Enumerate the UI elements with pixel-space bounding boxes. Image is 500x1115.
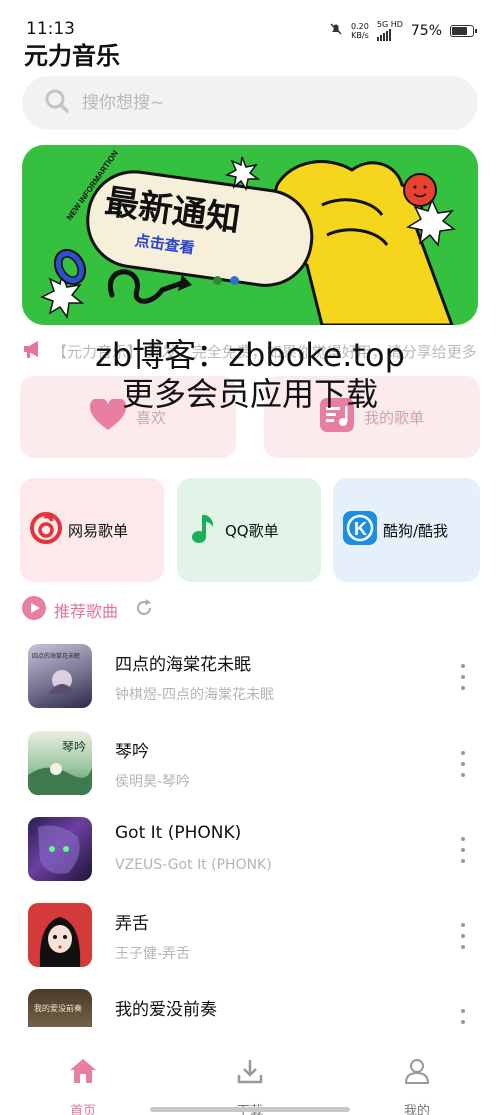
search-input[interactable]	[82, 93, 422, 113]
song-subtitle: 王子健-弄舌	[115, 946, 191, 962]
song-title: 琴吟	[115, 742, 149, 762]
svg-text:K: K	[354, 519, 367, 539]
refresh-icon[interactable]	[134, 598, 154, 622]
signal-icon	[376, 29, 403, 41]
more-options-icon[interactable]	[460, 923, 466, 949]
netease-playlist-card[interactable]: 网易歌单	[20, 478, 164, 582]
banner[interactable]: 最新通知 点击查看 NEW INFORMARTION	[22, 145, 478, 325]
banner-artwork: 最新通知 点击查看 NEW INFORMARTION	[40, 149, 456, 325]
net-speed-unit: KB/s	[351, 30, 369, 40]
battery-percent: 75%	[410, 22, 442, 39]
net-speed-value: 0.20	[351, 21, 369, 31]
song-cover-text: 我的爱没前奏	[34, 1003, 82, 1013]
battery-icon	[450, 24, 477, 37]
song-subtitle: VZEUS-Got It (PHONK)	[115, 857, 272, 873]
banner-dot-active[interactable]	[230, 276, 239, 285]
recommend-label: 推荐歌曲	[54, 602, 119, 621]
status-bar: 11:13 0.20 KB/s 5G HD 75%	[0, 0, 500, 41]
status-icons: 0.20 KB/s 5G HD 75%	[329, 20, 477, 41]
net-type-label: 5G HD	[376, 20, 403, 29]
song-cover	[28, 817, 92, 881]
song-title: 弄舌	[115, 914, 149, 934]
song-cover: 我的爱没前奏	[28, 989, 92, 1027]
song-cover: 四点的海棠花未眠	[28, 644, 92, 708]
tab-mine[interactable]: 我的	[377, 1058, 457, 1115]
song-item[interactable]: 四点的海棠花未眠 四点的海棠花未眠 钟棋煜-四点的海棠花未眠	[0, 644, 500, 724]
kugou-label: 酷狗/酷我	[383, 521, 449, 540]
song-subtitle: 钟棋煜-四点的海棠花未眠	[115, 687, 275, 703]
home-icon	[69, 1059, 97, 1088]
search-bar[interactable]	[22, 76, 478, 130]
song-cover	[28, 903, 92, 967]
song-title: Got It (PHONK)	[115, 823, 242, 843]
net-speed: 0.20 KB/s	[351, 22, 369, 40]
kugou-icon: K	[343, 511, 377, 549]
qq-music-icon	[187, 511, 219, 549]
song-cover: 琴吟	[28, 731, 92, 795]
banner-dot[interactable]	[213, 276, 222, 285]
banner-pagination	[213, 276, 239, 285]
bottom-nav: 首页 下载 我的	[0, 1028, 500, 1115]
more-options-icon[interactable]	[460, 837, 466, 863]
play-circle-icon	[22, 596, 46, 624]
more-options-icon[interactable]	[460, 751, 466, 777]
more-options-icon[interactable]	[460, 664, 466, 690]
more-options-icon[interactable]	[460, 1009, 466, 1027]
song-item[interactable]: 琴吟 琴吟 侯明昊-琴吟	[0, 731, 500, 811]
user-icon	[403, 1059, 431, 1088]
kugou-kuwo-card[interactable]: K 酷狗/酷我	[333, 478, 480, 582]
song-item[interactable]: 弄舌 王子健-弄舌	[0, 903, 500, 983]
song-item[interactable]: Got It (PHONK) VZEUS-Got It (PHONK)	[0, 817, 500, 897]
song-title: 四点的海棠花未眠	[115, 655, 251, 675]
song-cover-text: 四点的海棠花未眠	[32, 652, 80, 660]
song-subtitle: 侯明昊-琴吟	[115, 774, 191, 790]
qq-label: QQ歌单	[225, 521, 279, 540]
qq-playlist-card[interactable]: QQ歌单	[177, 478, 321, 582]
song-cover-text: 琴吟	[62, 739, 86, 754]
netease-icon	[30, 512, 62, 548]
home-indicator[interactable]	[150, 1107, 350, 1112]
song-item[interactable]: 我的爱没前奏 我的爱没前奏	[0, 989, 500, 1027]
app-title: 元力音乐	[24, 42, 120, 70]
song-title: 我的爱没前奏	[115, 1000, 217, 1020]
tab-home-label: 首页	[69, 1104, 96, 1115]
net-type: 5G HD	[376, 20, 403, 41]
search-icon	[44, 88, 70, 118]
download-icon	[236, 1060, 264, 1088]
watermark-line-2: 更多会员应用下载	[121, 375, 378, 413]
mute-icon	[329, 22, 343, 39]
netease-label: 网易歌单	[68, 521, 129, 540]
recommend-header: 推荐歌曲	[22, 596, 154, 624]
tab-home[interactable]: 首页	[43, 1058, 123, 1115]
tab-mine-label: 我的	[403, 1104, 430, 1115]
